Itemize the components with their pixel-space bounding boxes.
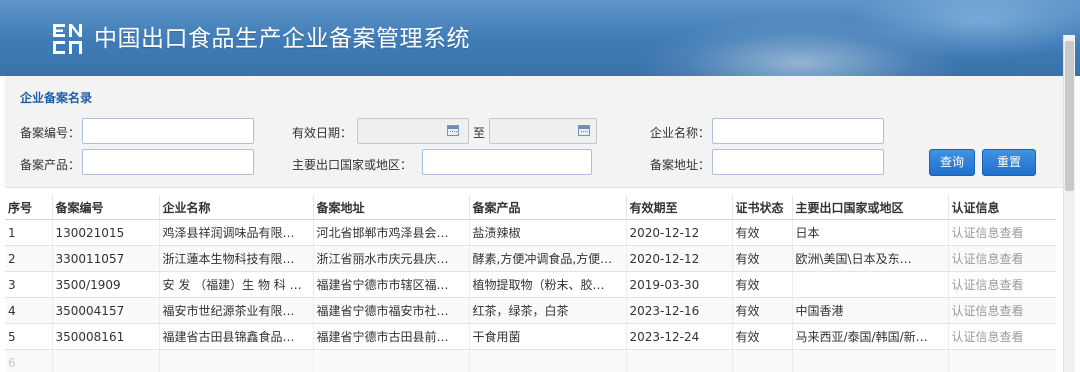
company-name-label: 企业名称： (650, 126, 711, 140)
table-row: 5 350008161 福建省古田县锦鑫食品… 福建省宁德市古田县前… 干食用菌 2023… (5, 323, 1056, 350)
column-header: 备案编号 (52, 195, 160, 220)
column-header: 企业名称 (159, 195, 314, 220)
table-cell: 2023-12-24 (626, 323, 733, 350)
table-cell: 干食用菌 (469, 323, 627, 350)
table-row: 1 130021015 鸡泽县祥润调味品有限… 河北省邯郸市鸡泽县会… 盐渍辣椒 2020… (5, 219, 1056, 246)
table-cell: 鸡泽县祥润调味品有限… (159, 219, 314, 246)
date-to-label: 至 (473, 126, 486, 140)
table-cell: 浙江省丽水市庆元县庆… (313, 245, 470, 272)
column-header: 证书状态 (732, 195, 793, 220)
product-input[interactable] (82, 149, 254, 175)
table-cell: 红茶，绿茶，白茶 (469, 297, 627, 324)
table-cell (52, 349, 160, 372)
address-input[interactable] (712, 149, 884, 175)
table-cell: 马来西亚/泰国/韩国/新… (792, 323, 949, 350)
cert-info-link[interactable]: 认证信息查看 (948, 297, 1056, 324)
cert-info-link[interactable]: 认证信息查看 (948, 219, 1056, 246)
table-row: 4 350004157 福安市世纪源茶业有限… 福建省宁德市福安市社… 红茶，绿茶，白茶… (5, 297, 1056, 324)
table-cell (159, 349, 314, 372)
cert-info-link[interactable]: 认证信息查看 (948, 271, 1056, 298)
cert-info-link[interactable]: 认证信息查看 (948, 245, 1056, 272)
table-cell: 欧洲\美国\日本及东… (792, 245, 949, 272)
cert-info-link[interactable] (948, 349, 1056, 372)
column-header: 有效期至 (626, 195, 733, 220)
table-cell (792, 349, 949, 372)
table-cell: 安 发 （福建）生 物 科 … (159, 271, 314, 298)
record-no-label: 备案编号： (20, 126, 81, 140)
table-cell: 有效 (732, 297, 793, 324)
record-no-input[interactable] (82, 118, 254, 144)
query-button[interactable]: 查询 (929, 149, 975, 176)
table-cell: 福建省古田县锦鑫食品… (159, 323, 314, 350)
system-title: 中国出口食品生产企业备案管理系统 (94, 26, 470, 52)
column-header: 备案产品 (469, 195, 627, 220)
column-header: 备案地址 (313, 195, 470, 220)
column-header: 主要出口国家或地区 (792, 195, 949, 220)
table-cell: 130021015 (52, 219, 160, 246)
reset-button[interactable]: 重置 (982, 149, 1036, 176)
calendar-icon[interactable] (447, 125, 459, 136)
export-region-label: 主要出口国家或地区： (292, 158, 413, 172)
table-cell: 福建省宁德市市辖区福… (313, 271, 470, 298)
table-cell: 中国香港 (792, 297, 949, 324)
table-cell: 350004157 (52, 297, 160, 324)
table-cell (732, 349, 793, 372)
table-cell: 植物提取物（粉末、胶… (469, 271, 627, 298)
table-cell: 酵素,方便冲调食品,方便… (469, 245, 627, 272)
table-row: 3 3500/1909 安 发 （福建）生 物 科 … 福建省宁德市市辖区福… 植物提取… (5, 271, 1056, 298)
table-cell: 2019-03-30 (626, 271, 733, 298)
table-cell: 330011057 (52, 245, 160, 272)
table-cell: 有效 (732, 323, 793, 350)
ens-logo-icon (53, 24, 82, 54)
table-cell (313, 349, 470, 372)
table-cell: 河北省邯郸市鸡泽县会… (313, 219, 470, 246)
cert-info-link[interactable]: 认证信息查看 (948, 323, 1056, 350)
table-cell: 5 (5, 323, 53, 350)
table-cell: 350008161 (52, 323, 160, 350)
table-cell: 6 (5, 349, 53, 372)
table-cell: 福建省宁德市福安市社… (313, 297, 470, 324)
table-cell: 2020-12-12 (626, 219, 733, 246)
export-region-input[interactable] (422, 149, 592, 175)
table-cell: 2023-12-16 (626, 297, 733, 324)
address-label: 备案地址： (650, 158, 711, 172)
table-cell (469, 349, 627, 372)
table-cell: 2020-12-12 (626, 245, 733, 272)
table-cell: 有效 (732, 271, 793, 298)
table-cell: 1 (5, 219, 53, 246)
column-header: 认证信息 (948, 195, 1056, 220)
table-cell (792, 271, 949, 298)
calendar-icon[interactable] (578, 125, 590, 136)
product-label: 备案产品： (20, 158, 81, 172)
valid-date-label: 有效日期： (292, 126, 353, 140)
table-cell: 福安市世纪源茶业有限… (159, 297, 314, 324)
table-cell: 有效 (732, 219, 793, 246)
table-cell: 福建省宁德市古田县前… (313, 323, 470, 350)
table-cell: 有效 (732, 245, 793, 272)
table-cell: 日本 (792, 219, 949, 246)
header-banner: 中国出口食品生产企业备案管理系统 (0, 0, 1080, 76)
table-row: 2 330011057 浙江蓮本生物科技有限… 浙江省丽水市庆元县庆… 酵素,方便冲调食… (5, 245, 1056, 272)
table-row: 6 (5, 349, 1056, 372)
vertical-scrollbar[interactable] (1063, 35, 1075, 372)
column-header: 序号 (5, 195, 53, 220)
table-cell: 3 (5, 271, 53, 298)
table-cell (626, 349, 733, 372)
company-name-input[interactable] (712, 118, 884, 144)
results-table: 序号 备案编号 企业名称 备案地址 备案产品 有效期至 证书状态 主要出口国家或地区 认证信息 … (5, 195, 1056, 372)
table-cell: 浙江蓮本生物科技有限… (159, 245, 314, 272)
table-cell: 3500/1909 (52, 271, 160, 298)
table-cell: 盐渍辣椒 (469, 219, 627, 246)
scrollbar-thumb[interactable] (1065, 41, 1074, 191)
table-cell: 4 (5, 297, 53, 324)
search-panel: 企业备案名录 备案编号： 有效日期： 至 企业名称： 备案产品： 主要出口国家或… (5, 76, 1075, 188)
table-header-row: 序号 备案编号 企业名称 备案地址 备案产品 有效期至 证书状态 主要出口国家或地区 认证信息 (5, 195, 1056, 220)
table-cell: 2 (5, 245, 53, 272)
panel-title: 企业备案名录 (20, 91, 93, 105)
